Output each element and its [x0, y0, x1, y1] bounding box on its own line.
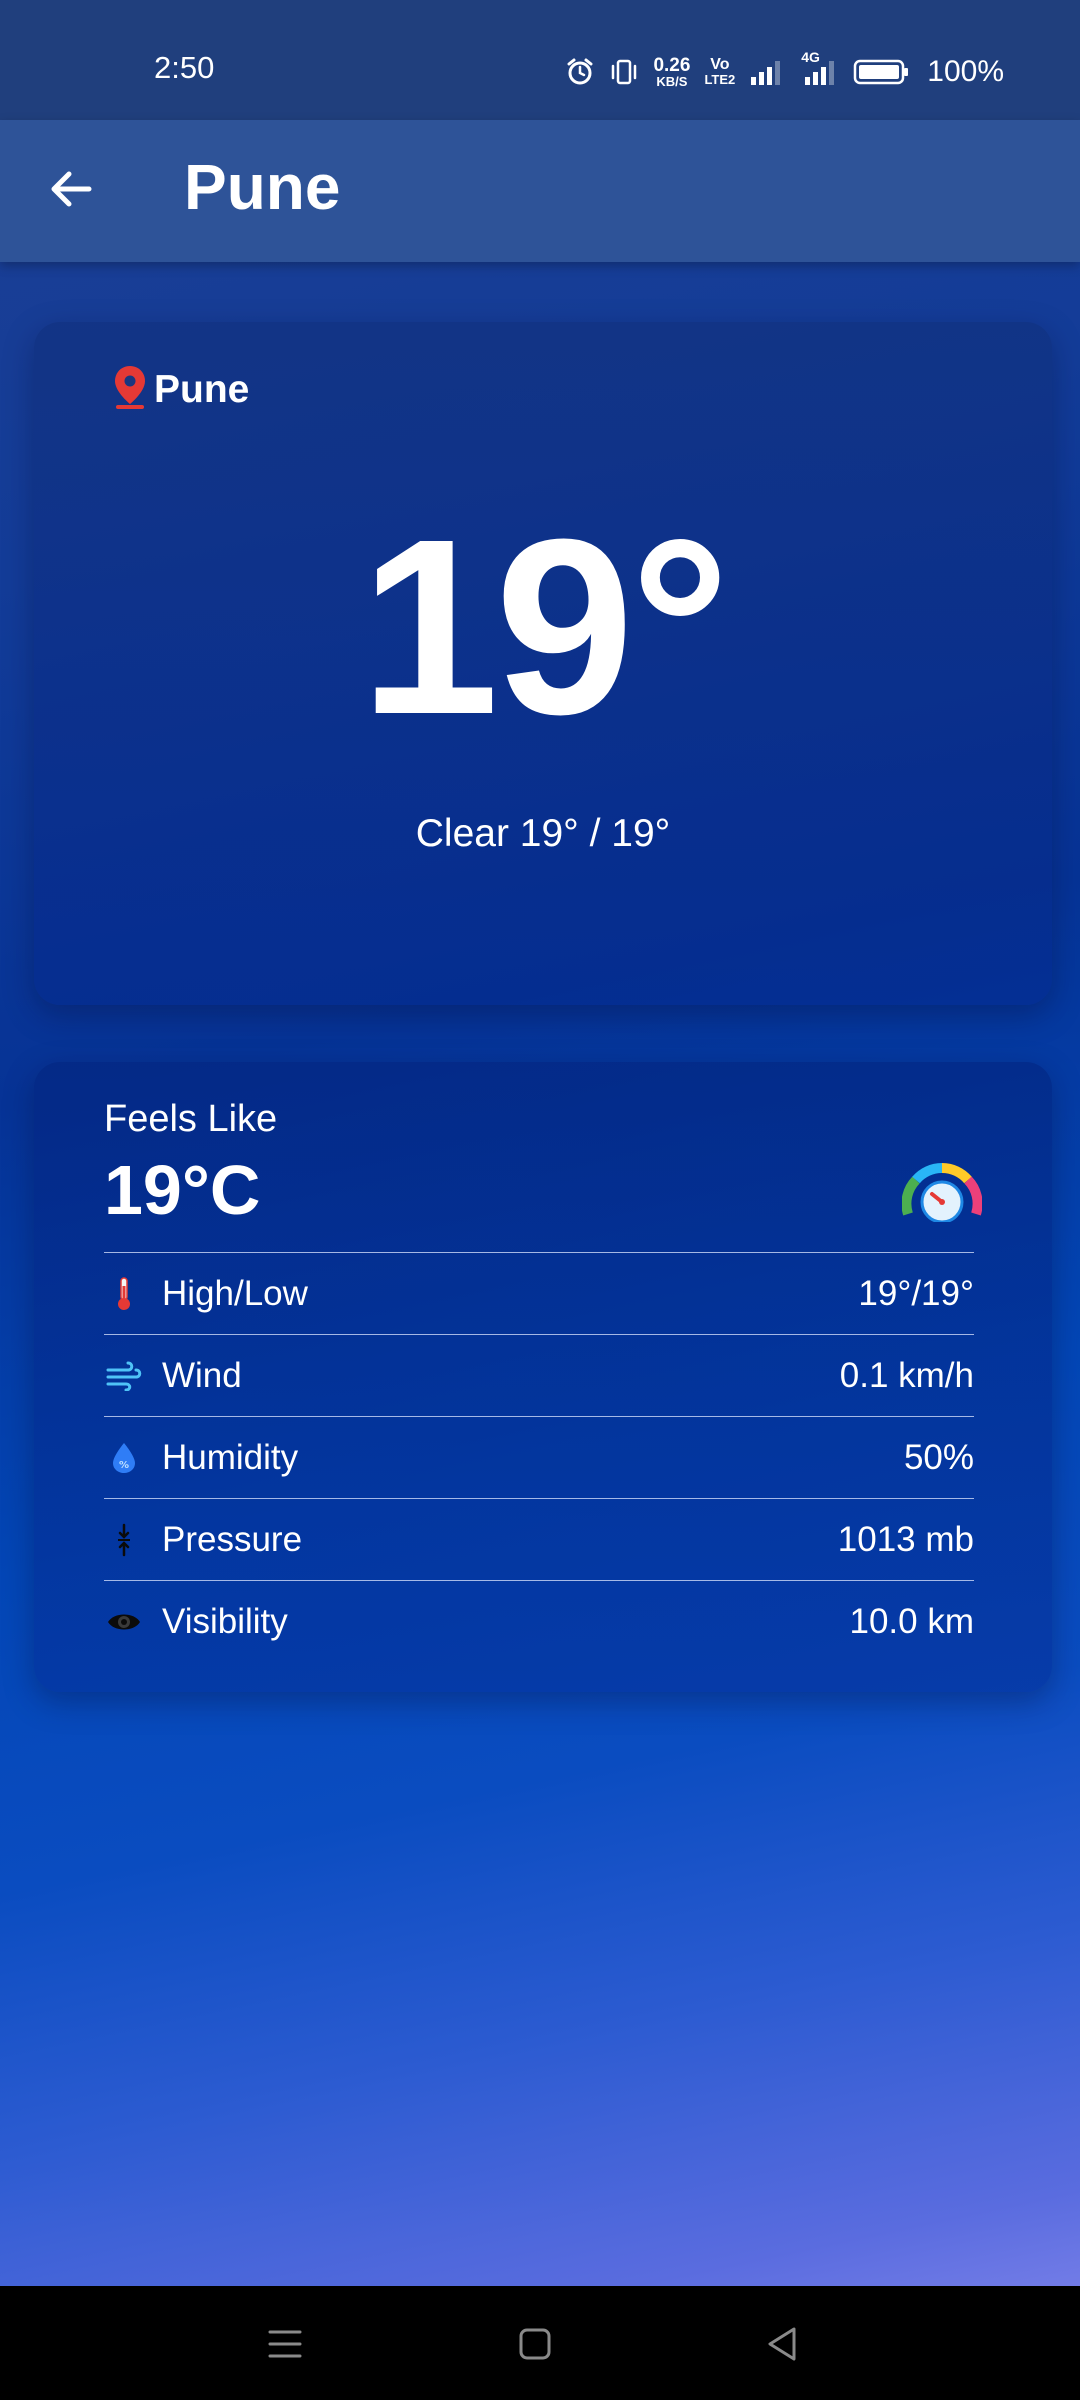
eye-icon: [104, 1602, 144, 1642]
volte-indicator: Vo LTE2: [704, 57, 735, 87]
detail-value: 19°/19°: [858, 1273, 974, 1313]
current-weather-card: Pune 19° Clear 19° / 19°: [34, 322, 1052, 1005]
detail-value: 50%: [903, 1437, 974, 1477]
app-bar: Pune: [0, 120, 1080, 262]
detail-label: Visibility: [162, 1601, 288, 1641]
detail-row-high-low: High/Low 19°/19°: [104, 1252, 974, 1334]
detail-label: High/Low: [162, 1273, 308, 1313]
feels-like-label: Feels Like: [104, 1098, 278, 1140]
back-button[interactable]: [36, 156, 106, 226]
location-name: Pune: [154, 367, 250, 411]
gauge-icon: [901, 1158, 983, 1227]
status-time: 2:50: [154, 50, 215, 85]
wind-icon: [104, 1356, 144, 1396]
recents-button[interactable]: [255, 2316, 315, 2376]
battery-icon: [853, 57, 909, 87]
condition-summary: Clear 19° / 19°: [415, 812, 671, 855]
svg-text:%: %: [119, 1460, 129, 1471]
detail-row-pressure: Pressure 1013 mb: [104, 1498, 974, 1580]
detail-row-wind: Wind 0.1 km/h: [104, 1334, 974, 1416]
back-nav-button[interactable]: [752, 2316, 812, 2376]
pressure-arrows-icon: [104, 1520, 144, 1560]
thermometer-icon: [104, 1274, 144, 1314]
signal-icon-sim1: [749, 57, 785, 87]
volte-bottom: LTE2: [704, 72, 736, 87]
feels-like-value: 19°C: [104, 1151, 261, 1229]
detail-value: 10.0 km: [849, 1601, 975, 1641]
detail-label: Humidity: [162, 1437, 299, 1477]
net-speed-unit: KB/S: [656, 73, 688, 89]
location-row: Pune: [112, 364, 249, 415]
system-navigation-bar: [0, 2286, 1080, 2400]
vibrate-icon: [609, 57, 639, 87]
detail-label: Pressure: [162, 1519, 303, 1559]
status-bar: 2:50 0.26 KB/S Vo LTE2 4G 100%: [0, 0, 1080, 120]
location-pin-icon: [112, 364, 148, 415]
detail-row-visibility: Visibility 10.0 km: [104, 1580, 974, 1662]
current-temperature: 19°: [359, 487, 730, 766]
weather-details-card: Feels Like 19°C High/Low 19°/19° Wind 0.…: [34, 1062, 1052, 1692]
menu-lines-icon: [265, 2324, 305, 2369]
network-type: 4G: [801, 49, 820, 65]
detail-label: Wind: [162, 1355, 242, 1395]
detail-row-humidity: % Humidity 50%: [104, 1416, 974, 1498]
triangle-back-icon: [762, 2324, 802, 2369]
arrow-left-icon: [47, 165, 95, 218]
detail-list: High/Low 19°/19° Wind 0.1 km/h % Humidit…: [104, 1252, 974, 1662]
battery-percent: 100%: [927, 55, 1004, 88]
humidity-drop-icon: %: [104, 1438, 144, 1478]
net-speed-value: 0.26: [653, 54, 691, 76]
page-title: Pune: [184, 151, 341, 223]
volte-top: Vo: [710, 56, 730, 73]
detail-value: 1013 mb: [837, 1519, 974, 1559]
detail-value: 0.1 km/h: [839, 1355, 974, 1395]
alarm-icon: [565, 57, 595, 87]
net-speed: 0.26 KB/S: [653, 54, 691, 89]
square-icon: [515, 2324, 555, 2369]
status-icons: 0.26 KB/S Vo LTE2 4G 100%: [565, 49, 1004, 90]
signal-icon-4g: 4G: [799, 49, 839, 87]
home-button[interactable]: [505, 2316, 565, 2376]
